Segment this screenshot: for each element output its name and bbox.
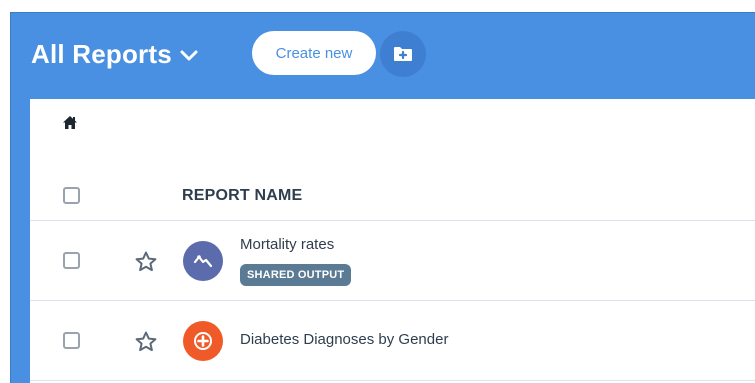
star-icon[interactable]	[135, 251, 157, 272]
report-icon[interactable]	[183, 321, 223, 361]
row-checkbox[interactable]	[63, 252, 80, 269]
column-report-name[interactable]: REPORT NAME	[182, 187, 302, 205]
report-name[interactable]: Mortality rates	[240, 236, 334, 253]
create-new-button[interactable]: Create new	[252, 31, 376, 75]
report-icon[interactable]	[183, 241, 223, 281]
page-title: All Reports	[31, 39, 172, 69]
report-name[interactable]: Diabetes Diagnoses by Gender	[240, 331, 448, 348]
reports-dropdown[interactable]: All Reports	[31, 39, 198, 70]
star-icon[interactable]	[135, 331, 157, 352]
header-bar: All Reports Create new	[11, 13, 755, 99]
shared-output-badge: SHARED OUTPUT	[240, 264, 352, 286]
folder-plus-icon	[394, 47, 412, 61]
home-icon[interactable]	[63, 116, 77, 129]
plus-circle-icon	[194, 332, 212, 350]
chevron-down-icon	[180, 50, 198, 60]
table-row[interactable]: Diabetes Diagnoses by Gender	[30, 302, 755, 381]
table-row[interactable]: Mortality rates SHARED OUTPUT	[30, 222, 755, 301]
app-frame: All Reports Create new REPORT NAME Morta…	[10, 12, 755, 383]
new-folder-button[interactable]	[380, 31, 426, 77]
reports-panel: REPORT NAME Mortality rates SHARED OUTPU…	[30, 99, 755, 383]
line-chart-icon	[193, 255, 213, 268]
table-header: REPORT NAME	[30, 183, 755, 221]
select-all-checkbox[interactable]	[63, 187, 80, 204]
row-checkbox[interactable]	[63, 332, 80, 349]
